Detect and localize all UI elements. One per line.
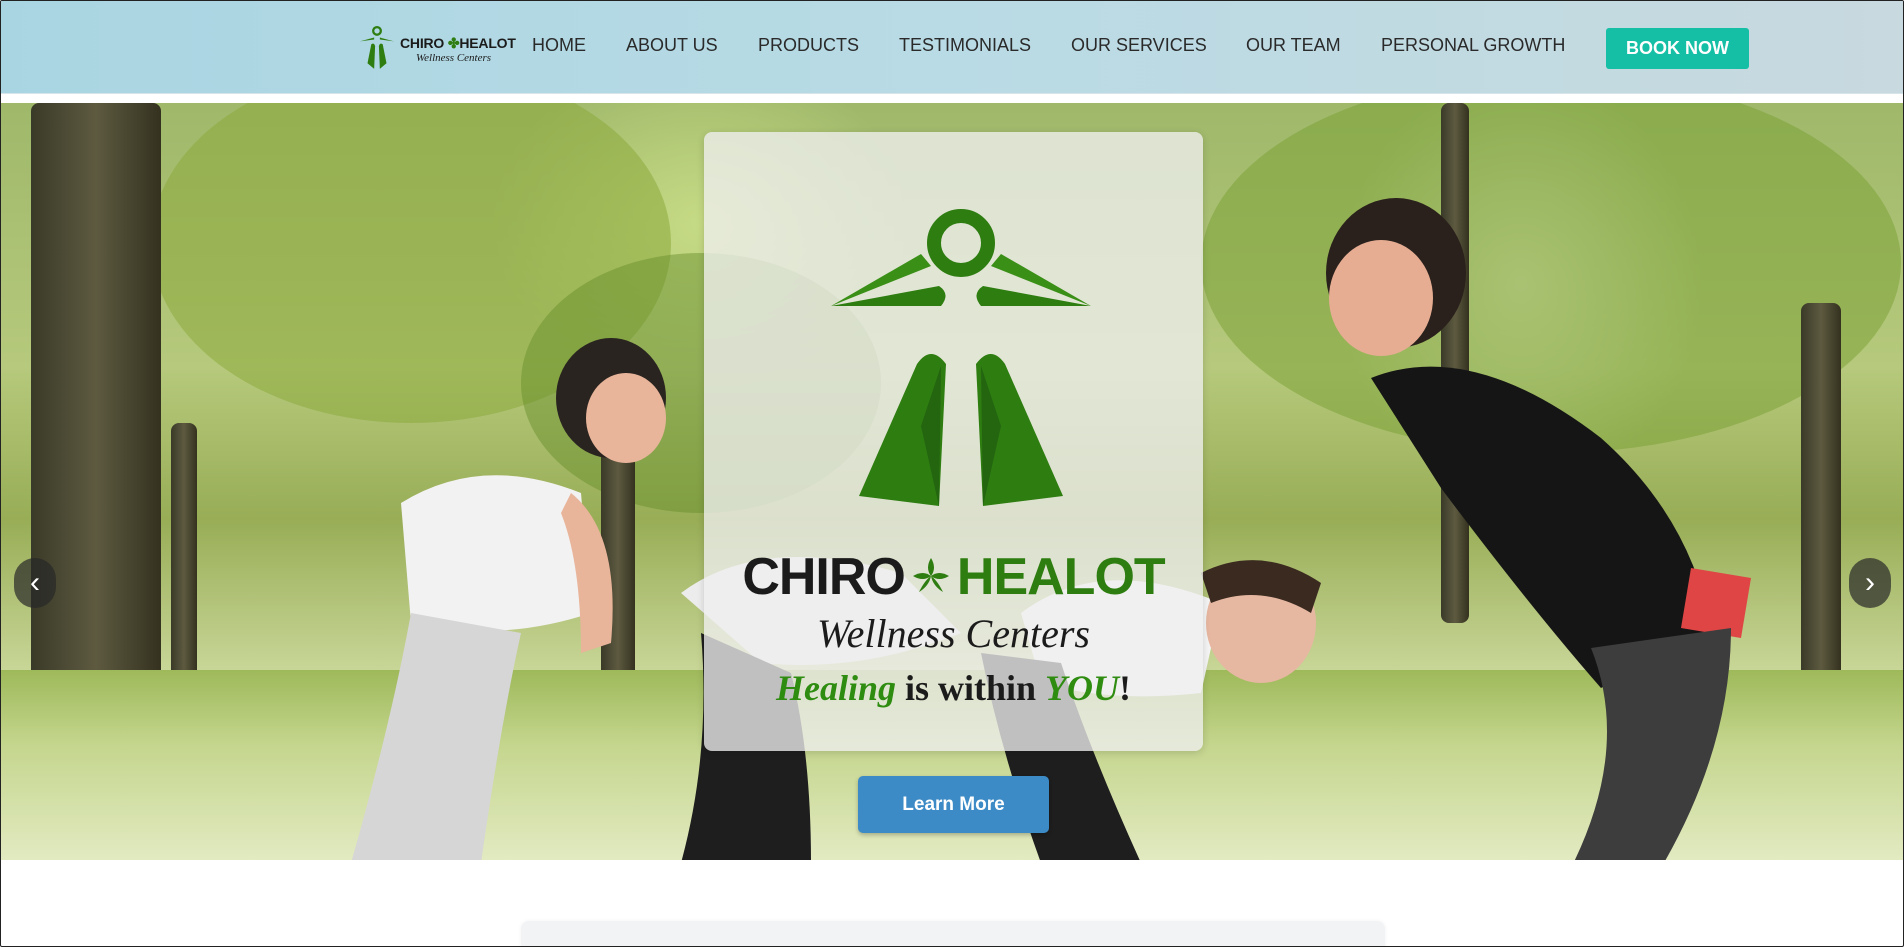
book-now-button[interactable]: BOOK NOW bbox=[1606, 28, 1749, 69]
slider-prev-button[interactable]: ‹ bbox=[14, 558, 56, 608]
nav-our-services[interactable]: OUR SERVICES bbox=[1071, 35, 1207, 56]
site-header: CHIRO ✤HEALOT Wellness Centers HOME ABOU… bbox=[1, 1, 1903, 94]
browser-viewport: CHIRO ✤HEALOT Wellness Centers HOME ABOU… bbox=[0, 0, 1904, 947]
logo-figure-icon bbox=[359, 25, 395, 69]
card-brand-name: CHIRO HEALOT bbox=[742, 548, 1165, 606]
learn-more-button[interactable]: Learn More bbox=[858, 776, 1049, 833]
nav-personal-growth[interactable]: PERSONAL GROWTH bbox=[1381, 35, 1565, 56]
card-slogan: Healing is within YOU! bbox=[775, 668, 1132, 708]
nav-about-us[interactable]: ABOUT US bbox=[626, 35, 718, 56]
brand-figure-icon bbox=[831, 209, 1091, 506]
next-section-card bbox=[521, 921, 1385, 946]
woman-left-figure bbox=[351, 338, 666, 860]
leaf-icon: ✤ bbox=[447, 35, 460, 51]
nav-testimonials[interactable]: TESTIMONIALS bbox=[899, 35, 1031, 56]
hero-logo-card: CHIRO HEALOT Wellness Centers Healing is… bbox=[704, 132, 1203, 751]
nav-home[interactable]: HOME bbox=[532, 35, 586, 56]
leaf-icon bbox=[912, 558, 949, 592]
nav-products[interactable]: PRODUCTS bbox=[758, 35, 859, 56]
woman-right-figure bbox=[1326, 198, 1751, 860]
slider-next-button[interactable]: › bbox=[1849, 558, 1891, 608]
site-logo[interactable]: CHIRO ✤HEALOT Wellness Centers bbox=[358, 25, 516, 71]
card-tagline: Wellness Centers bbox=[817, 611, 1090, 656]
nav-our-team[interactable]: OUR TEAM bbox=[1246, 35, 1341, 56]
logo-brand: CHIRO ✤HEALOT bbox=[400, 35, 516, 51]
logo-tagline: Wellness Centers bbox=[416, 52, 492, 64]
